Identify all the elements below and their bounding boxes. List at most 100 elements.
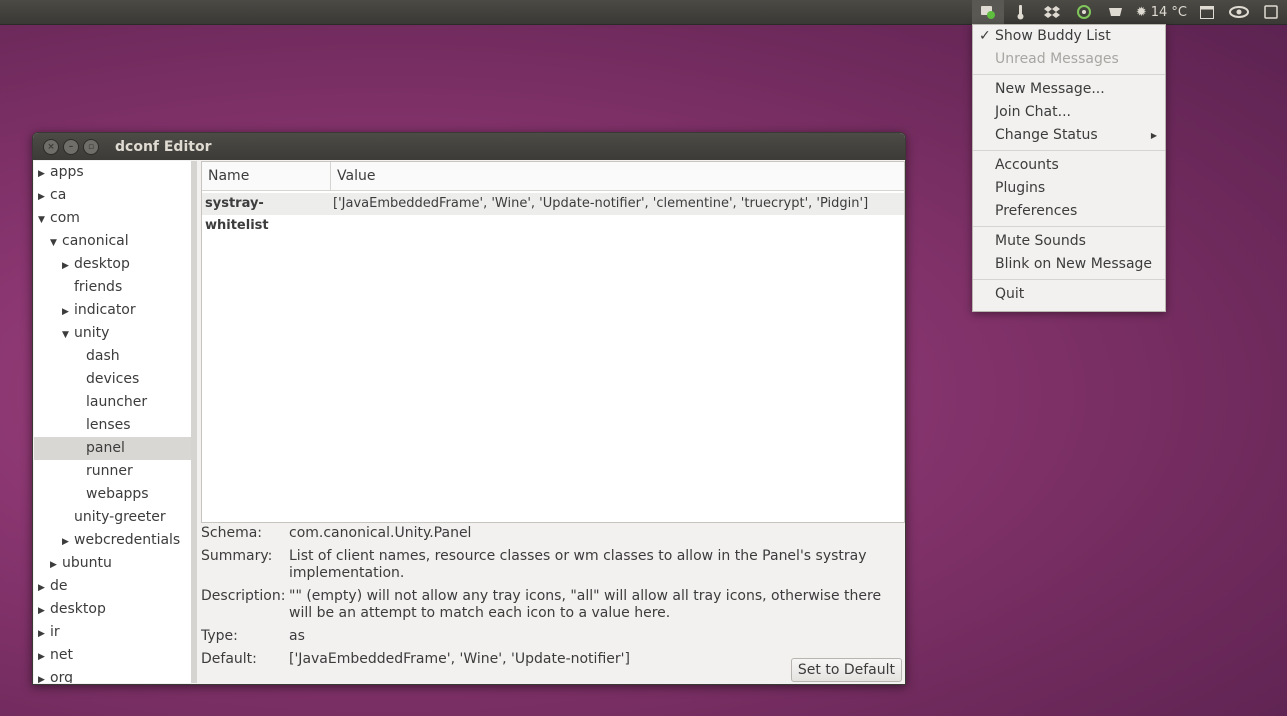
expander-open-icon[interactable]: ▼ xyxy=(38,209,50,232)
system-tray: ✹ 14 °C xyxy=(971,0,1287,24)
menu-item[interactable]: Blink on New Message xyxy=(973,253,1165,276)
expander-closed-icon[interactable]: ▶ xyxy=(38,186,50,209)
menu-item[interactable]: New Message... xyxy=(973,78,1165,101)
tree-item[interactable]: runner xyxy=(34,460,192,483)
tree-item[interactable]: ▶ ir xyxy=(34,621,192,644)
expander-closed-icon[interactable]: ▶ xyxy=(62,255,74,278)
tree-item[interactable]: devices xyxy=(34,368,192,391)
thermometer-icon[interactable] xyxy=(1004,0,1036,24)
expander-open-icon[interactable]: ▼ xyxy=(50,232,62,255)
calendar-icon[interactable] xyxy=(1191,0,1223,24)
clementine-icon[interactable] xyxy=(1068,0,1100,24)
schema-label: Schema: xyxy=(201,525,263,541)
tree-item[interactable]: ▼ unity xyxy=(34,322,192,345)
column-value-header[interactable]: Value xyxy=(331,162,375,190)
expander-closed-icon[interactable]: ▶ xyxy=(38,669,50,683)
tree-item-label: panel xyxy=(86,440,125,456)
submenu-arrow-icon: ▶ xyxy=(1150,131,1157,140)
description-value: "" (empty) will not allow any tray icons… xyxy=(289,588,882,621)
expander-closed-icon[interactable]: ▶ xyxy=(62,531,74,554)
key-value[interactable]: ['JavaEmbeddedFrame', 'Wine', 'Update-no… xyxy=(327,193,868,215)
type-label: Type: xyxy=(201,628,238,644)
expander-closed-icon[interactable]: ▶ xyxy=(38,623,50,646)
cup-icon[interactable] xyxy=(1100,0,1132,24)
eye-icon[interactable] xyxy=(1223,0,1255,24)
maximize-button[interactable]: ▫ xyxy=(83,138,99,155)
tree-item[interactable]: ▶ apps xyxy=(34,161,192,184)
schema-tree[interactable]: ▶ apps ▶ ca ▼ com ▼ canonical ▶ desktop friends ▶ in… xyxy=(34,161,192,683)
tree-item[interactable]: ▼ com xyxy=(34,207,192,230)
tree-item-label: ca xyxy=(50,187,67,203)
close-button[interactable]: × xyxy=(43,138,59,155)
tree-item[interactable]: lenses xyxy=(34,414,192,437)
menu-item[interactable]: Join Chat... xyxy=(973,101,1165,124)
tree-item[interactable]: ▶ webcredentials xyxy=(34,529,192,552)
tree-item[interactable]: unity-greeter xyxy=(34,506,192,529)
menu-item-label: Quit xyxy=(995,286,1025,302)
menu-item[interactable]: Preferences xyxy=(973,200,1165,223)
tree-item-label: ir xyxy=(50,624,60,640)
expander-closed-icon[interactable]: ▶ xyxy=(62,301,74,324)
tree-item-label: unity-greeter xyxy=(74,509,166,525)
tree-item[interactable]: ▶ indicator xyxy=(34,299,192,322)
pidgin-icon[interactable] xyxy=(971,0,1004,24)
tree-item[interactable]: ▶ desktop xyxy=(34,598,192,621)
menu-item[interactable]: Plugins xyxy=(973,177,1165,200)
tree-item[interactable]: ▶ desktop xyxy=(34,253,192,276)
expander-closed-icon[interactable]: ▶ xyxy=(38,600,50,623)
tree-item-label: webapps xyxy=(86,486,149,502)
tree-item-label: dash xyxy=(86,348,120,364)
tree-item-label: indicator xyxy=(74,302,136,318)
menu-item-label: Show Buddy List xyxy=(995,28,1111,44)
tree-item-label: friends xyxy=(74,279,123,295)
minimize-button[interactable]: – xyxy=(63,138,79,155)
menu-item-label: Mute Sounds xyxy=(995,233,1086,249)
tree-item[interactable]: ▶ ubuntu xyxy=(34,552,192,575)
menu-item[interactable]: Quit xyxy=(973,283,1165,306)
tree-item-label: lenses xyxy=(86,417,131,433)
summary-label: Summary: xyxy=(201,548,273,564)
menu-item-label: Preferences xyxy=(995,203,1078,219)
dropbox-icon[interactable] xyxy=(1036,0,1068,24)
menu-item[interactable]: ✓ Show Buddy List xyxy=(973,25,1165,48)
expander-closed-icon[interactable]: ▶ xyxy=(38,646,50,669)
tree-item-label: de xyxy=(50,578,68,594)
tree-item[interactable]: ▶ de xyxy=(34,575,192,598)
table-header: Name Value xyxy=(202,162,904,191)
schema-value: com.canonical.Unity.Panel xyxy=(289,525,472,541)
tree-item-label: com xyxy=(50,210,80,226)
table-row[interactable]: systray-whitelist ['JavaEmbeddedFrame', … xyxy=(202,193,904,233)
tree-item[interactable]: dash xyxy=(34,345,192,368)
tree-item-label: canonical xyxy=(62,233,129,249)
menu-separator xyxy=(973,74,1165,75)
tree-item[interactable]: ▶ org xyxy=(34,667,192,683)
tree-item[interactable]: launcher xyxy=(34,391,192,414)
expander-closed-icon[interactable]: ▶ xyxy=(50,554,62,577)
tree-item-label: desktop xyxy=(74,256,130,272)
tree-item-label: ubuntu xyxy=(62,555,112,571)
session-icon[interactable] xyxy=(1255,0,1287,24)
tree-item[interactable]: webapps xyxy=(34,483,192,506)
key-info: Schema: com.canonical.Unity.Panel Summar… xyxy=(201,525,901,674)
tree-item[interactable]: ▼ canonical xyxy=(34,230,192,253)
menu-item[interactable]: Change Status ▶ xyxy=(973,124,1165,147)
column-name-header[interactable]: Name xyxy=(202,162,331,190)
expander-closed-icon[interactable]: ▶ xyxy=(38,577,50,600)
description-label: Description: xyxy=(201,588,286,604)
tree-item[interactable]: panel xyxy=(34,437,192,460)
tree-item-label: webcredentials xyxy=(74,532,181,548)
menu-item-label: Blink on New Message xyxy=(995,256,1153,272)
check-icon: ✓ xyxy=(979,28,991,44)
menu-item-label: New Message... xyxy=(995,81,1105,97)
menu-item[interactable]: Mute Sounds xyxy=(973,230,1165,253)
tree-item[interactable]: friends xyxy=(34,276,192,299)
menu-item[interactable]: Accounts xyxy=(973,154,1165,177)
expander-closed-icon[interactable]: ▶ xyxy=(38,163,50,186)
set-to-default-button[interactable]: Set to Default xyxy=(790,658,902,682)
tree-scrollbar[interactable] xyxy=(191,161,197,683)
tree-item[interactable]: ▶ ca xyxy=(34,184,192,207)
weather-indicator[interactable]: ✹ 14 °C xyxy=(1132,5,1191,20)
tree-item[interactable]: ▶ net xyxy=(34,644,192,667)
expander-open-icon[interactable]: ▼ xyxy=(62,324,74,347)
tree-item-label: launcher xyxy=(86,394,148,410)
